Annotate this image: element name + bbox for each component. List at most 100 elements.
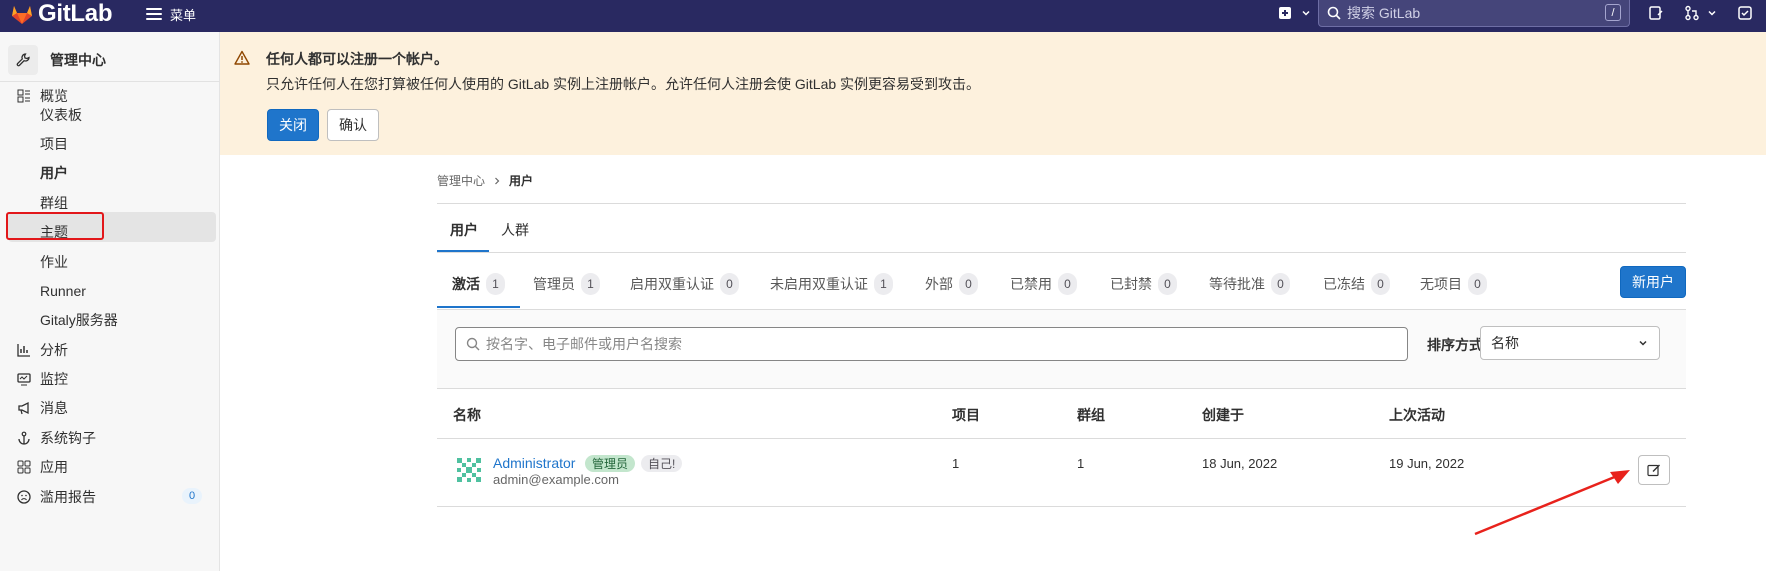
count-badge: 1 (874, 273, 893, 295)
breadcrumb: 管理中心 用户 (437, 172, 533, 189)
pencil-square-icon (1647, 464, 1660, 477)
count-badge: 0 (720, 273, 739, 295)
turn-off-signup-button[interactable]: 关闭 (267, 109, 319, 141)
sidebar-item-system-hooks[interactable]: 系统钩子 (0, 423, 220, 453)
search-icon (1327, 6, 1341, 20)
chart-icon (14, 343, 34, 357)
chevron-down-icon (1302, 10, 1310, 16)
count-badge: 1 (581, 273, 600, 295)
search-placeholder: 按名字、电子邮件或用户名搜索 (486, 336, 682, 352)
filter-tab-2fa-enabled[interactable]: 启用双重认证 0 (630, 272, 739, 296)
sidebar-item-runners[interactable]: Runner (40, 277, 86, 305)
search-shortcut-key: / (1605, 4, 1621, 21)
overview-icon (14, 89, 34, 103)
sidebar-item-label: 分析 (40, 342, 68, 358)
new-user-button[interactable]: 新用户 (1620, 266, 1686, 298)
breadcrumb-current[interactable]: 用户 (509, 172, 533, 189)
breadcrumb-admin-area[interactable]: 管理中心 (437, 172, 485, 189)
sidebar-item-gitaly-servers[interactable]: Gitaly服务器 (40, 306, 118, 334)
sidebar-item-monitoring[interactable]: 监控 (0, 364, 220, 394)
filter-bar: 按名字、电子邮件或用户名搜索 排序方式 名称 (437, 309, 1686, 389)
column-header-groups: 群组 (1077, 407, 1105, 423)
merge-request-icon (1685, 5, 1699, 21)
sort-value: 名称 (1491, 335, 1519, 351)
acknowledge-button[interactable]: 确认 (327, 109, 379, 141)
sort-dropdown[interactable]: 名称 (1480, 326, 1660, 360)
sidebar-header[interactable]: 管理中心 (0, 38, 220, 82)
filter-tab-admins[interactable]: 管理员 1 (533, 272, 600, 296)
top-navbar: GitLab 菜单 搜索 GitLab / (0, 0, 1766, 32)
alert-body: 只允许任何人在您打算被任何人使用的 GitLab 实例上注册帐户。允许任何人注册… (266, 76, 981, 92)
search-box[interactable]: 搜索 GitLab / (1318, 0, 1630, 27)
count-badge: 0 (1158, 273, 1177, 295)
user-search-input[interactable]: 按名字、电子邮件或用户名搜索 (455, 327, 1408, 361)
monitor-icon (14, 372, 34, 386)
tab-users[interactable]: 用户 (450, 220, 478, 240)
sidebar-item-applications[interactable]: 应用 (0, 452, 220, 482)
count-badge: 0 (1271, 273, 1290, 295)
filter-tab-without-projects[interactable]: 无项目 0 (1420, 272, 1487, 296)
sort-label: 排序方式 (1427, 337, 1483, 353)
column-header-projects: 项目 (952, 407, 980, 423)
todos-button[interactable] (1737, 3, 1753, 23)
user-name-link[interactable]: Administrator (493, 455, 575, 471)
anchor-icon (14, 431, 34, 445)
filter-tab-2fa-disabled[interactable]: 未启用双重认证 1 (770, 272, 893, 296)
sidebar-item-label: 应用 (40, 459, 68, 475)
applications-icon (14, 460, 34, 474)
new-dropdown-button[interactable] (1278, 3, 1312, 23)
tanuki-icon (12, 6, 32, 24)
filter-tab-deactivated[interactable]: 已冻结 0 (1323, 272, 1390, 296)
gitlab-wordmark: GitLab (38, 0, 113, 27)
edit-user-button[interactable] (1638, 455, 1670, 485)
count-badge: 0 (1371, 273, 1390, 295)
issues-icon (1649, 6, 1663, 20)
sidebar-item-projects[interactable]: 项目 (40, 130, 68, 158)
sidebar-item-label: 系统钩子 (40, 430, 96, 446)
menu-label: 菜单 (170, 7, 197, 23)
filter-tab-external[interactable]: 外部 0 (925, 272, 978, 296)
slight-frown-icon (14, 490, 34, 504)
filter-tab-pending-approval[interactable]: 等待批准 0 (1209, 272, 1290, 296)
users-highlight-box (6, 212, 104, 240)
created-date: 18 Jun, 2022 (1202, 456, 1278, 471)
groups-count: 1 (1077, 456, 1085, 471)
count-badge: 0 (959, 273, 978, 295)
sidebar-item-label: 监控 (40, 371, 68, 387)
admin-sidebar: 管理中心 概览 仪表板 项目 用户 群组 主题 作业 Runner Gitaly… (0, 32, 220, 571)
abuse-reports-count-badge: 0 (182, 488, 202, 504)
user-avatar[interactable] (454, 455, 484, 485)
filter-tab-active-indicator (437, 306, 520, 308)
filter-tab-banned[interactable]: 已封禁 0 (1110, 272, 1177, 296)
issues-button[interactable] (1648, 3, 1664, 23)
chevron-down-icon (1639, 340, 1647, 346)
sidebar-item-jobs[interactable]: 作业 (40, 248, 68, 276)
sidebar-item-users[interactable]: 用户 (40, 159, 68, 187)
sidebar-item-analytics[interactable]: 分析 (0, 335, 220, 365)
admin-area-avatar (8, 44, 38, 75)
signup-warning-alert: 任何人都可以注册一个帐户。 只允许任何人在您打算被任何人使用的 GitLab 实… (220, 32, 1766, 155)
menu-button[interactable]: 菜单 (146, 4, 196, 24)
sidebar-item-overview[interactable]: 概览 (0, 81, 220, 111)
projects-count: 1 (952, 456, 960, 471)
gitlab-logo[interactable]: GitLab (10, 0, 113, 28)
filter-tab-active[interactable]: 激活 1 (452, 272, 505, 296)
sidebar-item-dashboard[interactable]: 仪表板 (40, 101, 82, 129)
count-badge: 0 (1468, 273, 1487, 295)
tab-cohorts[interactable]: 人群 (501, 220, 529, 240)
divider (437, 506, 1686, 507)
divider (437, 252, 1686, 253)
its-you-badge: 自己! (641, 455, 683, 472)
admin-badge: 管理员 (585, 455, 636, 472)
sidebar-item-messages[interactable]: 消息 (0, 393, 220, 423)
plus-square-icon (1279, 7, 1291, 19)
sidebar-item-label: 滥用报告 (40, 489, 96, 505)
divider (437, 438, 1686, 439)
user-email: admin@example.com (493, 472, 619, 487)
chevron-down-icon (1708, 10, 1716, 16)
divider (437, 203, 1686, 204)
merge-requests-button[interactable] (1684, 3, 1718, 23)
todo-check-icon (1738, 6, 1752, 20)
filter-tab-blocked[interactable]: 已禁用 0 (1010, 272, 1077, 296)
sidebar-item-label: 消息 (40, 400, 68, 416)
